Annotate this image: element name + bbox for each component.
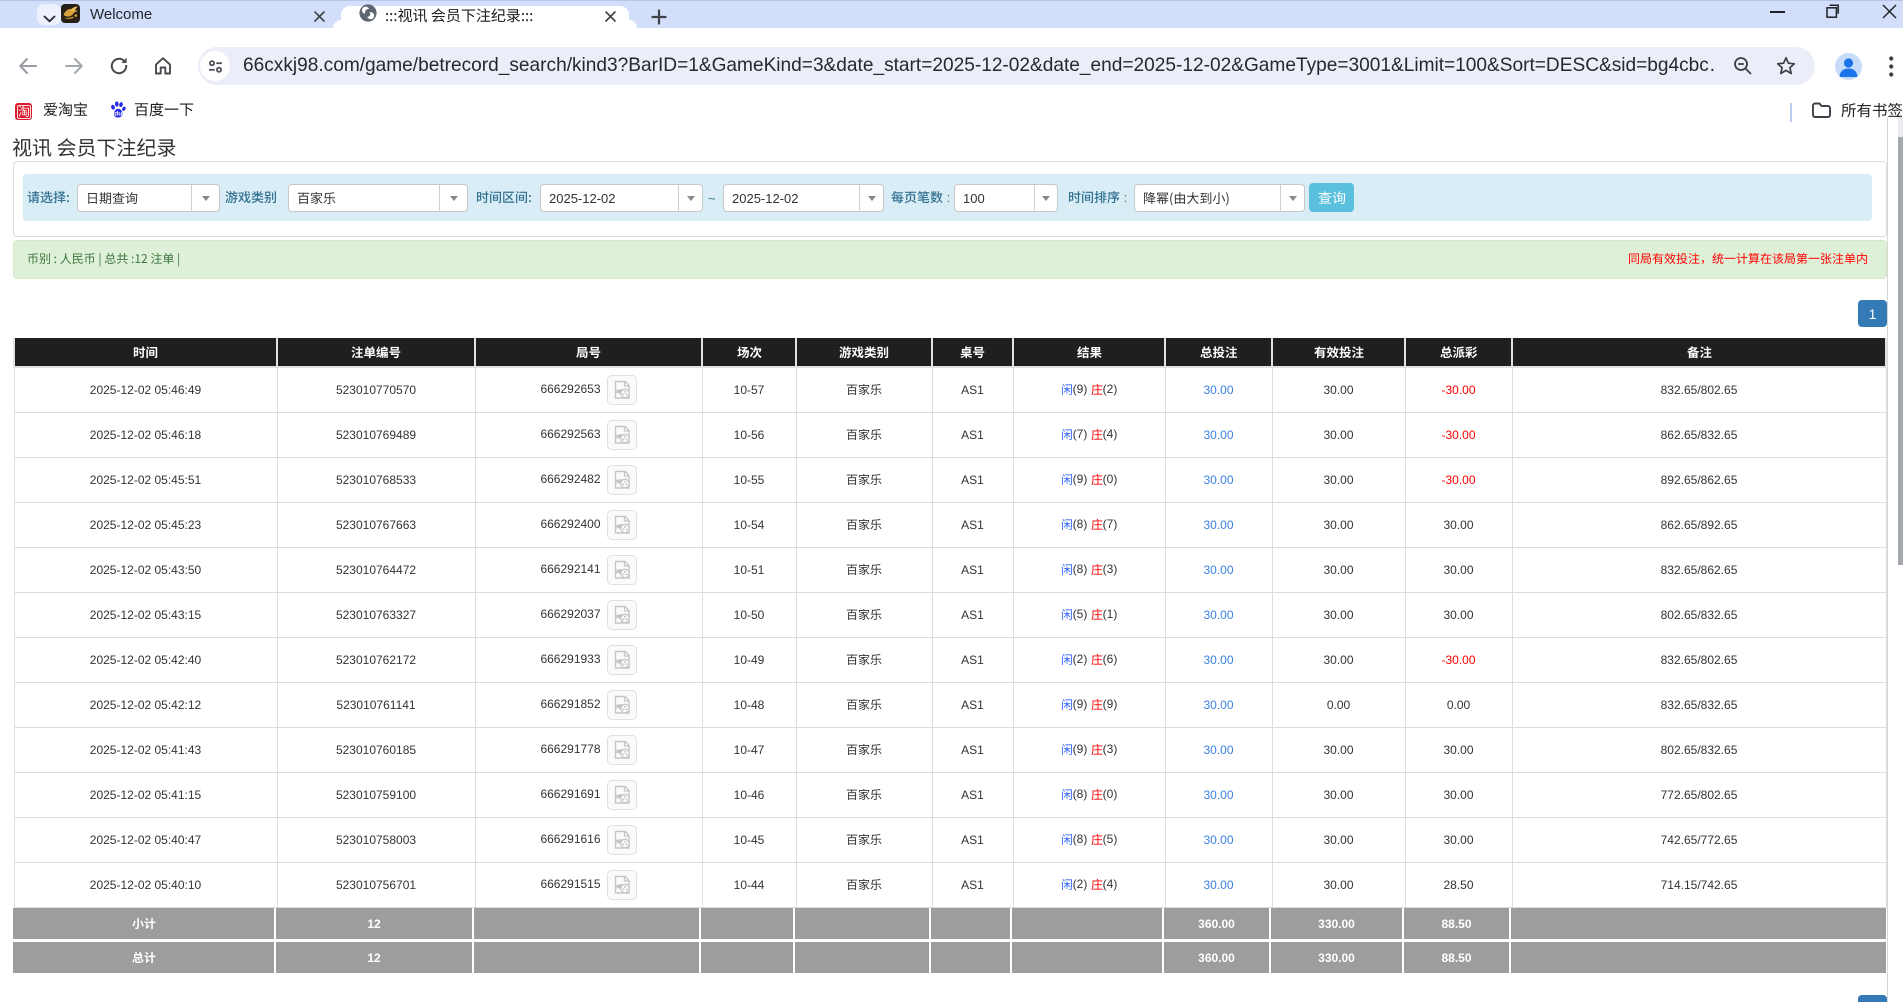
svg-text:du: du bbox=[114, 111, 122, 118]
